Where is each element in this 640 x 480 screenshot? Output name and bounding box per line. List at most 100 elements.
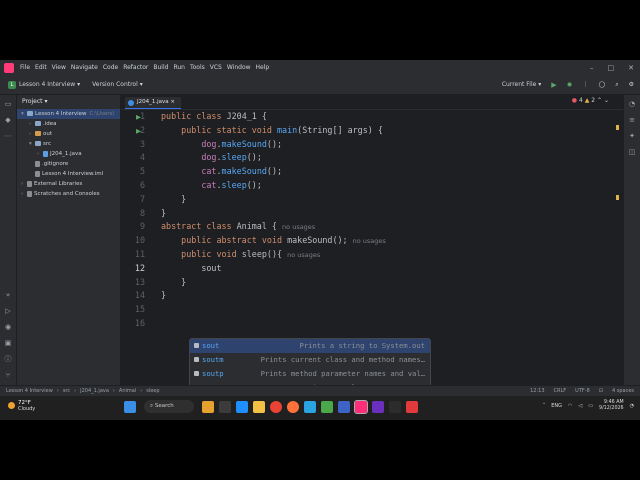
battery-icon[interactable]: ▭: [588, 403, 593, 409]
gear-icon[interactable]: ⚙: [629, 76, 634, 94]
tree-item[interactable]: › .idea: [17, 119, 120, 129]
completion-item[interactable]: sout Prints a string to System.out: [190, 339, 430, 353]
run-panel-icon[interactable]: ▷: [4, 307, 12, 315]
code-line[interactable]: public abstract void makeSound(); no usa…: [161, 234, 386, 248]
tree-item[interactable]: Lesson 4 Interview.iml: [17, 169, 120, 179]
menu-item-view[interactable]: View: [52, 60, 66, 76]
breadcrumb-item[interactable]: J204_1.java: [80, 386, 109, 396]
debug-panel-icon[interactable]: ◉: [4, 323, 12, 331]
terminal-icon[interactable]: ▣: [4, 339, 12, 347]
search-icon[interactable]: ⌕: [615, 76, 618, 94]
breadcrumb-item[interactable]: Animal: [119, 386, 136, 396]
volume-icon[interactable]: ◁: [578, 403, 582, 409]
inspection-widget[interactable]: ● 4 ▲ 2 ⌃ ⌄: [572, 97, 609, 104]
structure-icon[interactable]: ⋯: [4, 132, 12, 140]
file-encoding[interactable]: UTF-8: [575, 386, 590, 396]
chevron-up-icon[interactable]: ˄: [543, 403, 546, 409]
code-line[interactable]: }: [161, 193, 386, 207]
menu-item-build[interactable]: Build: [153, 60, 168, 76]
code-editor[interactable]: public class J204_1 { public static void…: [161, 110, 386, 331]
completion-item[interactable]: soutp Prints method parameter names and v…: [190, 367, 430, 381]
clock[interactable]: 9:46 AM 9/12/2026: [599, 400, 624, 412]
file-explorer-icon[interactable]: [253, 400, 265, 413]
menu-item-tools[interactable]: Tools: [190, 60, 205, 76]
code-line[interactable]: }: [161, 207, 386, 221]
code-line[interactable]: dog.sleep();: [161, 151, 386, 165]
windows-start-icon[interactable]: [124, 400, 136, 413]
ai-assistant-icon[interactable]: ✦: [628, 132, 636, 140]
code-line[interactable]: abstract class Animal { no usages: [161, 220, 386, 234]
code-line[interactable]: }: [161, 289, 386, 303]
app-blue-icon[interactable]: [338, 400, 350, 413]
indent-setting[interactable]: 4 spaces: [612, 386, 634, 396]
taskbar-search[interactable]: ⌕ Search: [144, 400, 194, 413]
intellij-logo-icon[interactable]: [4, 63, 14, 73]
warning-stripe[interactable]: [616, 125, 619, 130]
code-line[interactable]: [161, 303, 386, 317]
task-view-icon[interactable]: [219, 400, 231, 413]
close-button[interactable]: ✕: [628, 60, 634, 76]
wifi-icon[interactable]: ◠: [568, 403, 572, 409]
tree-item[interactable]: › J204_1.java: [17, 149, 120, 159]
maximize-button[interactable]: □: [608, 60, 615, 76]
user-icon[interactable]: ◯: [599, 76, 606, 94]
menu-item-refactor[interactable]: Refactor: [123, 60, 148, 76]
terminal-taskbar-icon[interactable]: [389, 400, 401, 413]
menu-item-window[interactable]: Window: [227, 60, 251, 76]
menu-item-code[interactable]: Code: [103, 60, 118, 76]
code-line[interactable]: sout: [161, 262, 386, 276]
breadcrumb-item[interactable]: src: [63, 386, 70, 396]
breadcrumb-item[interactable]: Lesson 4 Interview: [6, 386, 53, 396]
app-green-icon[interactable]: [321, 400, 333, 413]
database-icon[interactable]: ≡: [628, 116, 636, 124]
project-panel-title[interactable]: Project ▾: [17, 95, 120, 109]
project-selector[interactable]: Lesson 4 Interview ▾: [19, 76, 80, 94]
completion-item[interactable]: soutm Prints current class and method nam…: [190, 353, 430, 367]
problems-icon[interactable]: ⓘ: [4, 355, 12, 363]
store-icon[interactable]: [304, 400, 316, 413]
language-indicator[interactable]: ENG: [551, 403, 562, 409]
chrome-icon[interactable]: [270, 400, 282, 413]
chevron-down-icon[interactable]: ⌄: [604, 97, 609, 104]
tab-j204-1-java[interactable]: J204_1.java ×: [125, 97, 182, 109]
tree-item[interactable]: .gitignore: [17, 159, 120, 169]
menu-item-help[interactable]: Help: [256, 60, 270, 76]
tree-item[interactable]: › out: [17, 129, 120, 139]
tree-item[interactable]: ▾ Lesson 4 Interview C:\Users\: [17, 109, 120, 119]
run-config-selector[interactable]: Current File ▾: [502, 76, 541, 94]
tree-item[interactable]: › External Libraries: [17, 179, 120, 189]
app-red-icon[interactable]: [406, 400, 418, 413]
plugins-icon[interactable]: »: [4, 291, 12, 299]
intellij-taskbar-icon[interactable]: [354, 399, 368, 414]
lock-icon[interactable]: ⊡: [599, 386, 603, 396]
code-line[interactable]: }: [161, 276, 386, 290]
menu-item-run[interactable]: Run: [173, 60, 185, 76]
firefox-icon[interactable]: [287, 400, 299, 413]
menu-item-file[interactable]: File: [20, 60, 30, 76]
chevron-up-icon[interactable]: ⌃: [597, 97, 602, 104]
code-line[interactable]: public static void main(String[] args) {: [161, 124, 386, 138]
code-line[interactable]: cat.sleep();: [161, 179, 386, 193]
minimize-button[interactable]: –: [590, 60, 594, 76]
caret-position[interactable]: 12:13: [530, 386, 544, 396]
menu-item-vcs[interactable]: VCS: [210, 60, 222, 76]
breadcrumb-item[interactable]: sleep: [146, 386, 159, 396]
weather-widget[interactable]: 72°F Cloudy: [8, 400, 35, 412]
widgets-icon[interactable]: [202, 400, 214, 413]
tree-item[interactable]: › Scratches and Consoles: [17, 189, 120, 199]
gradle-icon[interactable]: ◫: [628, 148, 636, 156]
commit-icon[interactable]: ◆: [4, 116, 12, 124]
code-line[interactable]: public class J204_1 {: [161, 110, 386, 124]
code-line[interactable]: [161, 317, 386, 331]
notifications-icon[interactable]: ◔: [628, 100, 636, 108]
more-icon[interactable]: ⋮: [583, 76, 589, 94]
code-line[interactable]: public void sleep(){ no usages: [161, 248, 386, 262]
menu-item-navigate[interactable]: Navigate: [71, 60, 98, 76]
line-separator[interactable]: CRLF: [554, 386, 567, 396]
vcs-selector[interactable]: Version Control ▾: [92, 76, 143, 94]
edge-icon[interactable]: [236, 400, 248, 413]
app-purple-icon[interactable]: [372, 400, 384, 413]
git-icon[interactable]: ⑂: [4, 371, 12, 379]
menu-item-edit[interactable]: Edit: [35, 60, 47, 76]
code-line[interactable]: dog.makeSound();: [161, 138, 386, 152]
